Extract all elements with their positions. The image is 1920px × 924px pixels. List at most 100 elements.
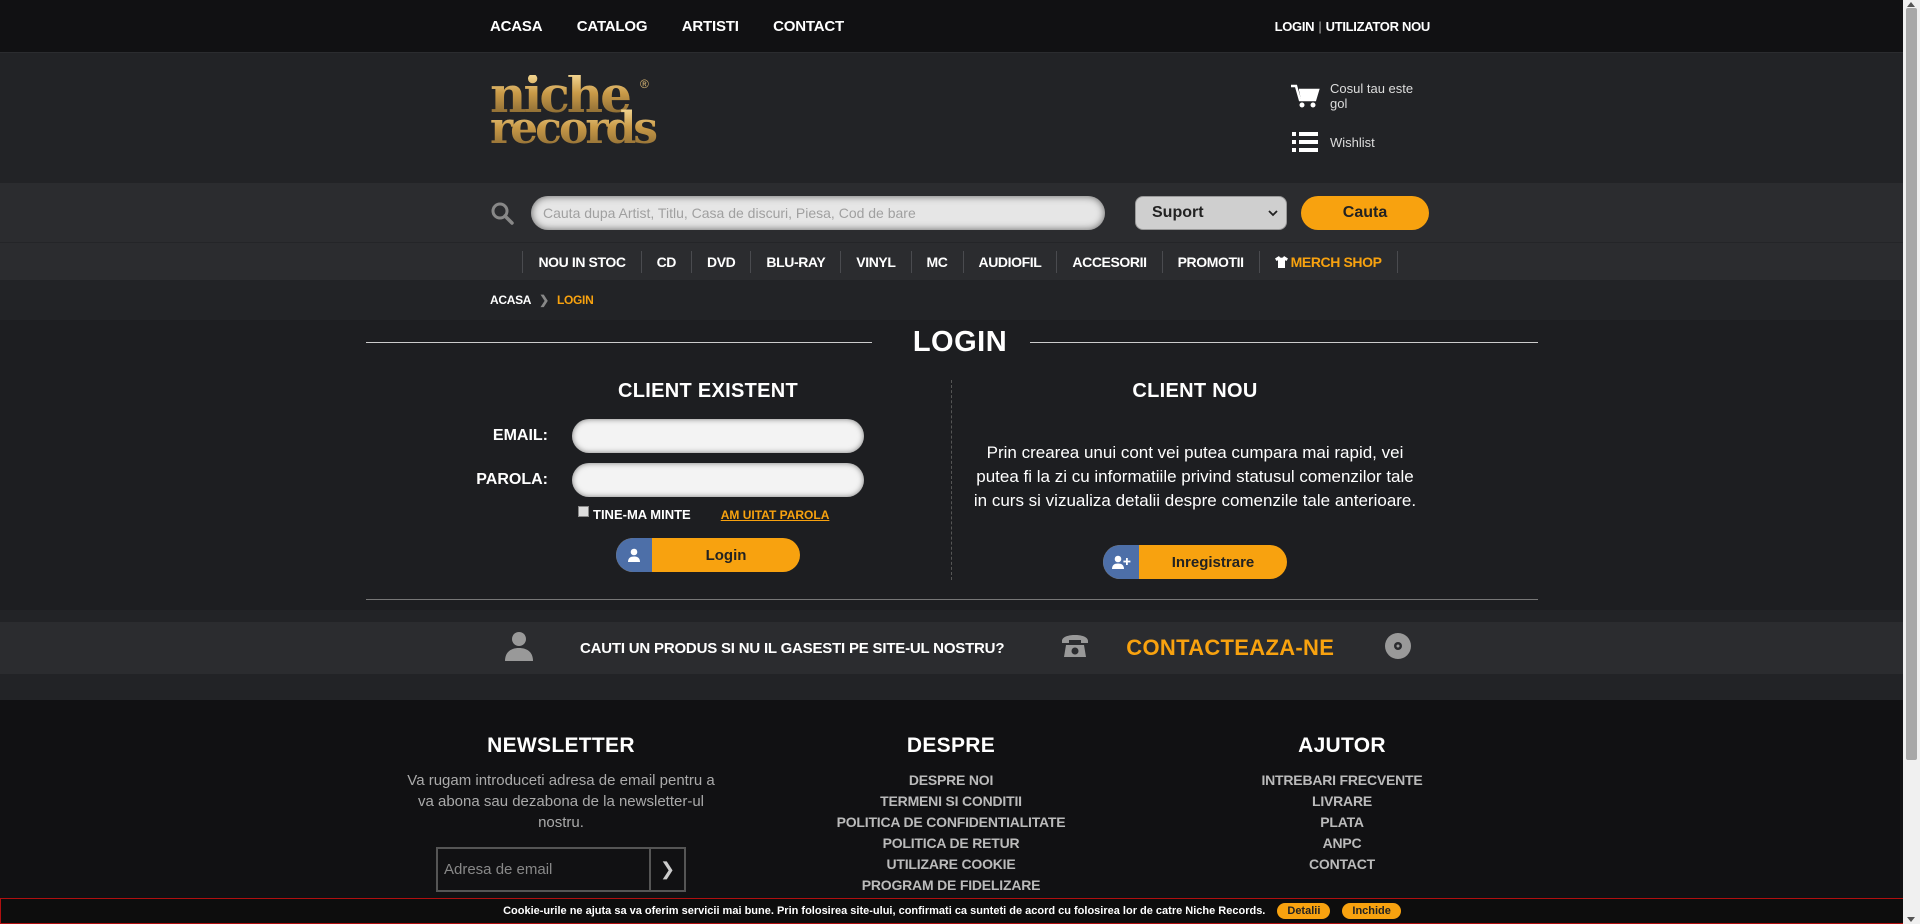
category-vinyl[interactable]: VINYL (841, 251, 912, 273)
chevron-right-icon: ❯ (539, 293, 549, 307)
cart-area: Cosul tau este gol Wishlist (1290, 81, 1432, 173)
wishlist-link[interactable]: Wishlist (1290, 129, 1432, 155)
cookie-text: Cookie-urile ne ajuta sa va oferim servi… (503, 905, 1266, 917)
category-cd[interactable]: CD (642, 251, 693, 273)
remember-label: TINE-MA MINTE (593, 507, 691, 522)
newsletter-title: NEWSLETTER (487, 734, 635, 757)
email-field[interactable] (572, 419, 864, 453)
scrollbar[interactable] (1903, 0, 1920, 924)
contact-question: CAUTI UN PRODUS SI NU IL GASESTI PE SITE… (580, 639, 1005, 657)
logo-text-bottom: records (490, 107, 660, 151)
new-client-title: CLIENT NOU (1132, 380, 1258, 402)
separator: | (1318, 19, 1322, 34)
newsletter-form: ❯ (436, 847, 686, 892)
category-promotii[interactable]: PROMOTII (1163, 251, 1260, 273)
search-bar: Suport Cauta (0, 183, 1920, 242)
cookie-details-button[interactable]: Detalii (1277, 903, 1331, 919)
chevron-right-icon[interactable]: ❯ (651, 849, 684, 890)
new-client-description: Prin crearea unui cont vei putea cumpara… (973, 443, 1417, 510)
scroll-down-arrow[interactable] (1907, 917, 1915, 922)
nav-acasa[interactable]: ACASA (490, 18, 543, 35)
breadcrumb-current: LOGIN (556, 293, 594, 307)
tshirt-icon (1274, 256, 1288, 268)
about-title: DESPRE (906, 734, 996, 757)
category-blu-ray[interactable]: BLU-RAY (751, 251, 842, 273)
footer-link[interactable]: PLATA (1192, 812, 1492, 833)
footer-link[interactable]: ANPC (1192, 833, 1492, 854)
password-field[interactable] (572, 463, 864, 497)
login-link[interactable]: LOGIN (1275, 19, 1315, 34)
nav-artisti[interactable]: ARTISTI (682, 18, 739, 35)
person-icon (504, 631, 534, 666)
contact-cta[interactable]: CONTACTEAZA-NE (1126, 635, 1334, 661)
footer-link[interactable]: POLITICA DE CONFIDENTIALITATE (801, 812, 1101, 833)
footer-link[interactable]: PROGRAM DE FIDELIZARE (801, 875, 1101, 896)
vinyl-icon (1384, 632, 1412, 665)
section-divider (366, 599, 1538, 600)
logo-registered-mark: ® (640, 77, 649, 91)
header: niche records ® Cosul tau este gol Wishl… (0, 53, 1920, 183)
account-links: LOGIN | UTILIZATOR NOU (1275, 19, 1431, 34)
search-button[interactable]: Cauta (1301, 195, 1429, 230)
login-button-label: Login (705, 546, 747, 564)
footer: NEWSLETTER Va rugam introduceti adresa d… (0, 700, 1920, 924)
register-button-label: Inregistrare (1171, 553, 1255, 571)
phone-icon (1060, 633, 1090, 664)
search-input[interactable] (531, 195, 1105, 230)
footer-link[interactable]: LIVRARE (1192, 791, 1492, 812)
about-column: DESPRE DESPRE NOI TERMENI SI CONDITII PO… (801, 734, 1101, 896)
cookie-banner: Cookie-urile ne ajuta sa va oferim servi… (0, 898, 1904, 924)
password-label: PAROLA: (476, 471, 548, 488)
column-divider (951, 380, 952, 580)
site-logo[interactable]: niche records ® (490, 70, 660, 161)
nav-contact[interactable]: CONTACT (773, 18, 844, 35)
remember-checkbox[interactable] (578, 506, 589, 517)
cart-icon (1290, 83, 1320, 109)
page-title: LOGIN (912, 326, 1008, 358)
login-section: LOGIN CLIENT EXISTENT EMAIL: PAROLA: TIN… (0, 320, 1920, 610)
help-column: AJUTOR INTREBARI FRECVENTE LIVRARE PLATA… (1192, 734, 1492, 875)
category-merch-shop[interactable]: MERCH SHOP (1260, 251, 1398, 273)
search-icon[interactable] (490, 201, 514, 225)
scrollbar-thumb[interactable] (1906, 8, 1917, 760)
format-select-value: Suport (1152, 203, 1204, 221)
footer-link[interactable]: POLITICA DE RETUR (801, 833, 1101, 854)
footer-link[interactable]: DESPRE NOI (801, 770, 1101, 791)
add-user-icon (1103, 545, 1139, 579)
register-button[interactable]: Inregistrare (1103, 545, 1287, 579)
breadcrumb-home[interactable]: ACASA (490, 293, 531, 307)
login-button[interactable]: Login (616, 538, 800, 572)
existing-client-panel: CLIENT EXISTENT EMAIL: PAROLA: TINE-MA M… (476, 380, 940, 572)
format-select[interactable]: Suport (1135, 195, 1287, 230)
forgot-password-link[interactable]: AM UITAT PAROLA (721, 508, 830, 522)
newsletter-column: NEWSLETTER Va rugam introduceti adresa d… (398, 734, 724, 892)
contact-strip: CAUTI UN PRODUS SI NU IL GASESTI PE SITE… (0, 622, 1920, 674)
category-dvd[interactable]: DVD (692, 251, 752, 273)
cart-link[interactable]: Cosul tau este gol (1290, 81, 1432, 111)
help-title: AJUTOR (1298, 734, 1386, 757)
wishlist-label: Wishlist (1330, 134, 1375, 150)
nav-catalog[interactable]: CATALOG (577, 18, 648, 35)
top-nav: ACASA CATALOG ARTISTI CONTACT (490, 18, 874, 36)
scroll-up-arrow[interactable] (1907, 2, 1915, 7)
email-label: EMAIL: (492, 427, 548, 444)
category-audiofil[interactable]: AUDIOFIL (964, 251, 1058, 273)
chevron-down-icon (1268, 209, 1278, 216)
list-icon (1290, 129, 1320, 155)
category-nav: NOU IN STOC CD DVD BLU-RAY VINYL MC AUDI… (0, 242, 1920, 280)
cookie-close-button[interactable]: Inchide (1342, 903, 1401, 919)
footer-link[interactable]: UTILIZARE COOKIE (801, 854, 1101, 875)
category-mc[interactable]: MC (912, 251, 964, 273)
category-nou-in-stoc[interactable]: NOU IN STOC (523, 251, 642, 273)
register-link[interactable]: UTILIZATOR NOU (1326, 19, 1431, 34)
category-accesorii[interactable]: ACCESORII (1057, 251, 1163, 273)
footer-link[interactable]: CONTACT (1192, 854, 1492, 875)
merch-shop-label: MERCH SHOP (1290, 254, 1382, 270)
footer-link[interactable]: TERMENI SI CONDITII (801, 791, 1101, 812)
breadcrumb: ACASA ❯ LOGIN (0, 280, 1920, 320)
newsletter-text: Va rugam introduceti adresa de email pen… (407, 772, 715, 831)
newsletter-email-input[interactable] (438, 849, 651, 890)
footer-link[interactable]: INTREBARI FRECVENTE (1192, 770, 1492, 791)
cart-status: Cosul tau este gol (1330, 81, 1414, 111)
existing-client-title: CLIENT EXISTENT (617, 380, 799, 402)
